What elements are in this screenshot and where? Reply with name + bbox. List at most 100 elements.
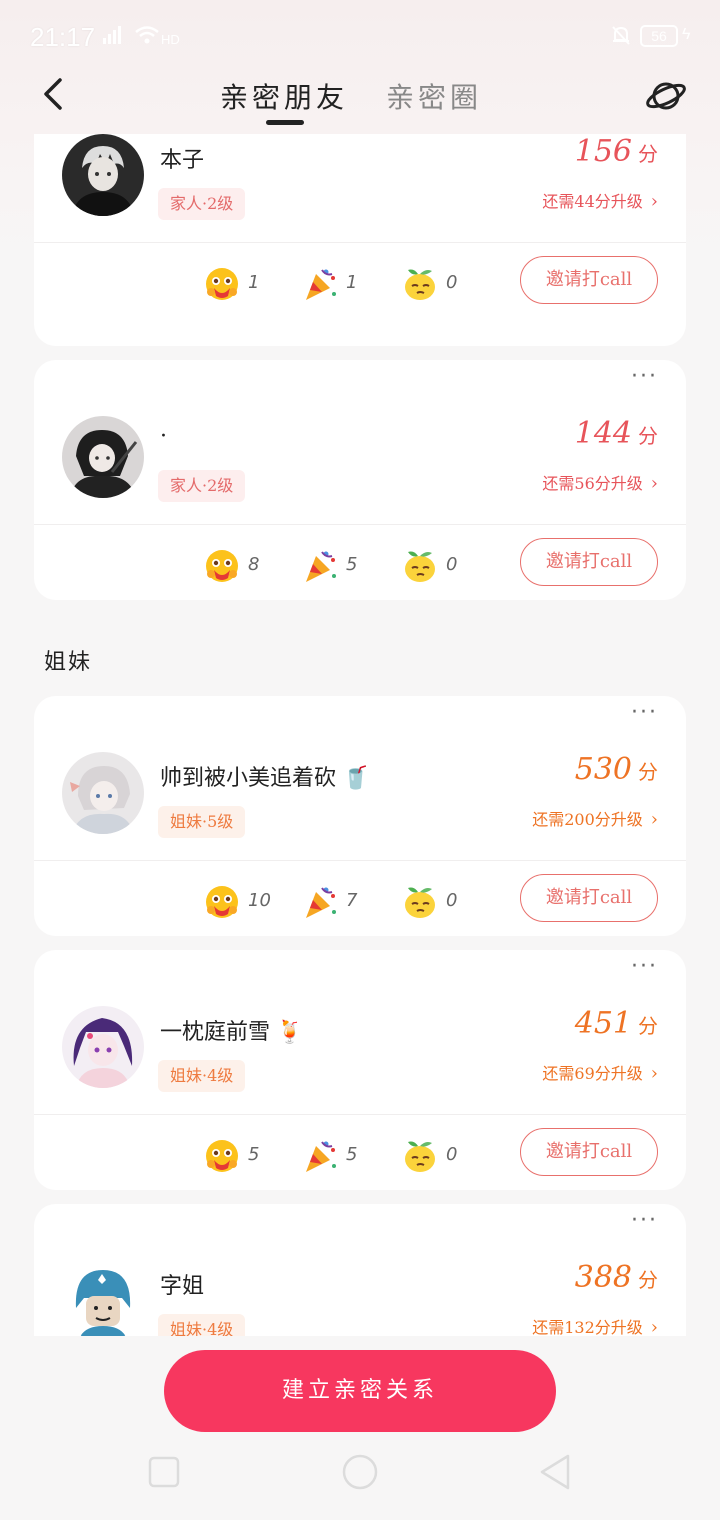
party-popper-icon [306,887,336,918]
more-options-button[interactable]: ··· [631,956,658,978]
invite-call-button[interactable]: 邀请打call [520,256,658,304]
reaction-count: 7 [346,890,358,911]
chevron-right-icon: › [650,1063,658,1084]
divider [34,524,686,525]
upgrade-link[interactable]: 还需69分升级 › [542,1060,658,1084]
friend-card[interactable]: ··· 帅到被小美追着砍 🥤 姐妹·5级 530 分 还需200分升级 › 10 7 … [34,696,686,936]
relation-badge: 姐妹·4级 [158,1314,246,1336]
score-value: 156 [574,134,632,169]
signal-icon [102,26,124,49]
friend-card[interactable]: ··· 本子 家人·2级 156分 还需44分升级› 1 1 0 [34,134,686,346]
more-options-button[interactable]: ··· [631,1210,658,1232]
upgrade-link[interactable]: 还需200分升级 › [532,806,658,830]
top-navigation: 亲密朋友 亲密圈 [0,64,720,134]
reaction-count: 0 [446,554,458,575]
party-popper-icon [306,269,336,300]
reaction-count: 5 [346,1144,358,1165]
chevron-right-icon: › [650,473,658,494]
relation-badge: 姐妹·4级 [158,1060,246,1092]
tab-intimate-circle[interactable]: 亲密圈 [386,76,482,116]
friend-name: 帅到被小美追着砍 🥤 [160,760,369,792]
friend-name-text: 帅到被小美追着砍 [160,766,337,791]
invite-call-button[interactable]: 邀请打call [520,874,658,922]
score-unit: 分 [638,1268,658,1292]
more-options-button[interactable]: ··· [631,366,658,388]
lemon-emoji-icon [405,1141,435,1172]
planet-button[interactable] [644,74,688,118]
back-button[interactable] [36,74,76,114]
lemon-emoji-icon [405,887,435,918]
upgrade-text: 还需69分升级 [542,1064,643,1083]
friend-card[interactable]: ··· · 家人·2级 144 分 还需56分升级 › 8 5 0 邀请打cal… [34,360,686,600]
score-unit: 分 [638,1014,658,1038]
recent-apps-icon[interactable] [144,1452,184,1492]
score-value: 388 [574,1260,632,1295]
friend-name: · [160,424,167,449]
upgrade-link[interactable]: 还需44分升级 › [542,188,658,212]
back-nav-icon[interactable] [536,1452,576,1492]
status-bar: 21:17 HD 56 ϟ [0,0,720,74]
hug-emoji-icon [206,268,238,300]
friend-name: 字姐 [160,1274,205,1299]
upgrade-link[interactable]: 还需56分升级 › [542,470,658,494]
home-icon[interactable] [340,1452,380,1492]
reaction-count: 10 [248,890,271,911]
reaction-count: 0 [446,890,458,911]
invite-call-button[interactable]: 邀请打call [520,538,658,586]
tab-indicator [266,120,304,125]
reaction-count: 0 [446,272,458,293]
divider [34,242,686,243]
reaction-count: 5 [346,554,358,575]
friend-name: 一枕庭前雪 🍹 [160,1014,303,1046]
relation-badge: 家人·2级 [158,470,246,502]
score-value: 144 [574,416,632,451]
avatar[interactable] [62,1260,144,1336]
reaction-count: 8 [248,554,260,575]
hug-emoji-icon [206,550,238,582]
lemon-emoji-icon [405,551,435,582]
chevron-right-icon: › [650,191,658,212]
score-unit: 分 [638,424,658,448]
status-time: 21:17 [30,22,96,52]
wifi-icon: HD [134,24,180,52]
friend-name: 本子 [160,148,205,173]
relation-badge: 家人·2级 [158,188,246,220]
chevron-right-icon: › [650,1317,658,1336]
friend-name-text: 一枕庭前雪 [160,1020,271,1045]
chevron-right-icon: › [650,809,658,830]
invite-call-button[interactable]: 邀请打call [520,1128,658,1176]
avatar[interactable] [62,416,144,498]
reaction-count: 1 [346,272,358,293]
reaction-count: 0 [446,1144,458,1165]
friend-card[interactable]: ··· 字姐 姐妹·4级 388 分 还需132分升级 › [34,1204,686,1336]
drink-icon: 🍹 [276,1020,304,1045]
divider [34,1114,686,1115]
intimacy-score: 144 分 [575,416,658,451]
more-options-button[interactable]: ··· [631,702,658,724]
intimacy-score: 388 分 [575,1260,658,1295]
score-value: 451 [574,1006,632,1041]
score-value: 530 [574,752,632,787]
avatar[interactable] [62,134,144,216]
upgrade-link[interactable]: 还需132分升级 › [532,1314,658,1336]
relation-badge: 姐妹·5级 [158,806,246,838]
section-title-sisters: 姐妹 [44,650,93,675]
party-popper-icon [306,551,336,582]
tab-intimate-friends[interactable]: 亲密朋友 [220,76,348,116]
reaction-count: 5 [248,1144,260,1165]
friend-card[interactable]: ··· 一枕庭前雪🍹 姐妹·4级 451分 还需69分升级 › 5 5 0 [34,950,686,1190]
hug-emoji-icon [206,886,238,918]
lemon-emoji-icon [405,269,435,300]
svg-text:HD: HD [161,32,180,46]
intimacy-score: 451 分 [575,1006,658,1041]
score-unit: 分 [638,142,658,166]
drink-icon: 🥤 [342,766,370,791]
create-relationship-button[interactable]: 建立亲密关系 [164,1350,556,1432]
divider [34,860,686,861]
bottom-bar: 建立亲密关系 [0,1336,720,1520]
avatar[interactable] [62,752,144,834]
upgrade-text: 还需200分升级 [532,810,643,829]
friend-list[interactable]: ··· 本子 家人·2级 156分 还需44分升级› 1 1 0 [0,134,720,1336]
hug-emoji-icon [206,1140,238,1172]
avatar[interactable] [62,1006,144,1088]
